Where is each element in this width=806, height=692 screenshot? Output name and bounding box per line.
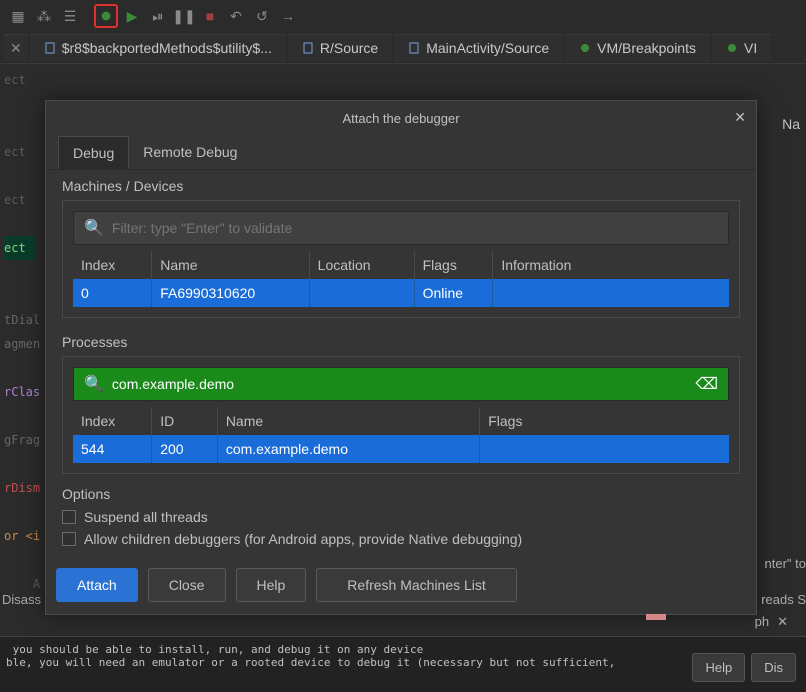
col-name: Name xyxy=(152,251,309,279)
tab-label: VM/Breakpoints xyxy=(597,40,696,56)
right-enter-hint: nter" to xyxy=(765,556,806,571)
toolbar-debug-icon[interactable] xyxy=(94,4,118,28)
tab-close-icon[interactable]: ✕ xyxy=(4,34,28,61)
toolbar-undo-icon[interactable]: ↺ xyxy=(250,4,274,28)
main-toolbar: ▦ ⁂ ☰ ▶ ⏯ ❚❚ ■ ↶ ↺ → xyxy=(0,0,806,32)
console-help-button[interactable]: Help xyxy=(692,653,745,682)
options-title: Options xyxy=(62,486,740,502)
col-info: Information xyxy=(493,251,729,279)
toolbar-play-icon[interactable]: ▶ xyxy=(120,4,144,28)
dialog-tabs: Debug Remote Debug xyxy=(46,136,756,170)
tab-debug[interactable]: Debug xyxy=(58,136,129,169)
clear-filter-icon[interactable]: ⌫ xyxy=(695,374,718,394)
checkbox-label: Suspend all threads xyxy=(84,509,208,525)
tab-r-source[interactable]: R/Source xyxy=(288,34,392,61)
tab-vi[interactable]: VI xyxy=(712,34,771,61)
toolbar-step-icon[interactable]: ↶ xyxy=(224,4,248,28)
col-location: Location xyxy=(309,251,414,279)
dialog-close-icon[interactable]: ✕ xyxy=(734,109,746,126)
tab-label: VI xyxy=(744,40,757,56)
attach-debugger-dialog: Attach the debugger ✕ Debug Remote Debug… xyxy=(45,100,757,615)
right-na-label: Na xyxy=(782,116,800,132)
children-debuggers-checkbox[interactable]: Allow children debuggers (for Android ap… xyxy=(62,528,740,550)
toolbar-grid-icon[interactable]: ▦ xyxy=(6,4,30,28)
table-header-row: Index Name Location Flags Information xyxy=(73,251,729,279)
machines-table: Index Name Location Flags Information 0 … xyxy=(73,251,729,307)
attach-button[interactable]: Attach xyxy=(56,568,138,602)
close-button[interactable]: Close xyxy=(148,568,226,602)
console-output: you should be able to install, run, and … xyxy=(0,637,682,692)
search-icon: 🔍 xyxy=(84,218,104,238)
status-tags: ph ✕ xyxy=(755,614,788,630)
minimap-marker xyxy=(646,614,666,620)
col-index: Index xyxy=(73,407,152,435)
help-button[interactable]: Help xyxy=(236,568,307,602)
tab-breakpoints[interactable]: VM/Breakpoints xyxy=(565,34,710,61)
checkbox-icon xyxy=(62,510,76,524)
col-index: Index xyxy=(73,251,152,279)
tab-label: $r8$backportedMethods$utility$... xyxy=(62,40,272,56)
console-panel: you should be able to install, run, and … xyxy=(0,636,806,692)
col-flags: Flags xyxy=(480,407,729,435)
refresh-button[interactable]: Refresh Machines List xyxy=(316,568,517,602)
machines-filter-input[interactable] xyxy=(112,220,718,236)
table-row[interactable]: 544 200 com.example.demo xyxy=(73,435,729,463)
checkbox-icon xyxy=(62,532,76,546)
machines-section: Machines / Devices 🔍 Index Name Location… xyxy=(46,170,756,326)
ph-label: ph xyxy=(755,614,769,630)
table-header-row: Index ID Name Flags xyxy=(73,407,729,435)
editor-tabs: ✕ $r8$backportedMethods$utility$... R/So… xyxy=(0,32,806,64)
suspend-threads-checkbox[interactable]: Suspend all threads xyxy=(62,506,740,528)
options-section: Options Suspend all threads Allow childr… xyxy=(46,482,756,562)
processes-filter-input[interactable] xyxy=(112,376,687,392)
toolbar-list-icon[interactable]: ☰ xyxy=(58,4,82,28)
toolbar-nodes-icon[interactable]: ⁂ xyxy=(32,4,56,28)
processes-table: Index ID Name Flags 544 200 com.example.… xyxy=(73,407,729,463)
machines-filter[interactable]: 🔍 xyxy=(73,211,729,245)
machines-title: Machines / Devices xyxy=(62,178,740,194)
search-icon: 🔍 xyxy=(84,374,104,394)
tab-label: MainActivity/Source xyxy=(426,40,549,56)
toolbar-stop-icon[interactable]: ■ xyxy=(198,4,222,28)
toolbar-redo-icon[interactable]: → xyxy=(276,4,300,28)
processes-filter[interactable]: 🔍 ⌫ xyxy=(73,367,729,401)
tab-backported[interactable]: $r8$backportedMethods$utility$... xyxy=(30,34,286,61)
close-tag-icon[interactable]: ✕ xyxy=(777,614,788,630)
tab-mainactivity[interactable]: MainActivity/Source xyxy=(394,34,563,61)
col-id: ID xyxy=(152,407,218,435)
dialog-title-bar: Attach the debugger ✕ xyxy=(46,101,756,136)
col-name: Name xyxy=(217,407,479,435)
console-dismiss-button[interactable]: Dis xyxy=(751,653,796,682)
code-gutter: ect v0 ect v ect v ect v tDialog agment … xyxy=(0,64,40,600)
table-row[interactable]: 0 FA6990310620 Online xyxy=(73,279,729,307)
toolbar-pause-icon[interactable]: ❚❚ xyxy=(172,4,196,28)
processes-section: Processes 🔍 ⌫ Index ID Name Flags 544 20… xyxy=(46,326,756,482)
checkbox-label: Allow children debuggers (for Android ap… xyxy=(84,531,522,547)
tab-label: R/Source xyxy=(320,40,378,56)
col-flags: Flags xyxy=(414,251,493,279)
tab-remote-debug[interactable]: Remote Debug xyxy=(129,136,251,169)
dialog-title: Attach the debugger xyxy=(342,111,459,126)
toolbar-pause-step-icon[interactable]: ⏯ xyxy=(146,4,170,28)
processes-title: Processes xyxy=(62,334,740,350)
dialog-buttons: Attach Close Help Refresh Machines List xyxy=(46,562,756,614)
bg-disass-label: Disass xyxy=(2,592,41,607)
right-threads-label: reads S xyxy=(761,592,806,607)
